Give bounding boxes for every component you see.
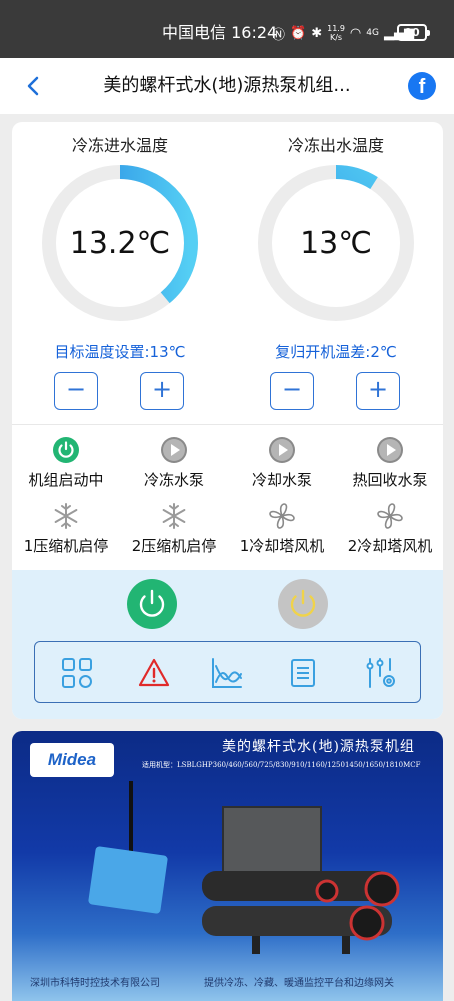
play-icon (269, 437, 295, 463)
gauge-value: 13℃ (300, 226, 372, 261)
equipment-status-grid: 机组启动中 冷冻水泵 冷却水泵 热回收水泵 1压缩机启停 2压缩机启停 1冷却塔… (12, 432, 443, 564)
decrease-button[interactable]: − (54, 372, 98, 410)
snowflake-icon (162, 503, 186, 529)
status-bar: 中国电信 16:24 Ⓝ ⏰ ✱ 11.9 K/s ◠ 4G ▂▄▆ 90 (0, 0, 454, 58)
status-compressor-2[interactable]: 2压缩机启停 (120, 502, 228, 558)
nfc-icon: Ⓝ (272, 27, 286, 43)
wifi-icon: ◠ (349, 25, 362, 41)
power-off-button[interactable] (278, 579, 328, 629)
facebook-icon[interactable]: f (408, 72, 436, 100)
chart-icon[interactable] (210, 656, 244, 690)
gauge-value: 13.2℃ (69, 226, 171, 261)
status-cooling-pump[interactable]: 冷却水泵 (228, 436, 336, 492)
gauge-title: 冷冻出水温度 (287, 136, 384, 155)
gauge-title: 冷冻进水温度 (71, 136, 168, 155)
divider (12, 424, 443, 425)
list-icon[interactable] (286, 656, 320, 690)
chevron-left-icon (27, 76, 39, 96)
function-toolbar (34, 641, 421, 703)
company-slogan: 提供冷冻、冷藏、暖通监控平台和边缘网关 (204, 978, 394, 989)
play-icon (161, 437, 187, 463)
outlet-gauge: 冷冻出水温度 13℃ 复归开机温差:2℃ − + (228, 122, 443, 422)
status-unit-starting[interactable]: 机组启动中 (12, 436, 120, 492)
status-heat-recovery-pump[interactable]: 热回收水泵 (336, 436, 443, 492)
banner-models: 适用机型：LSBLGHP360/460/560/725/830/910/1160… (142, 761, 421, 769)
product-banner[interactable]: Midea 美的螺杆式水(地)源热泵机组 适用机型：LSBLGHP360/460… (12, 731, 443, 1001)
control-panel (12, 570, 443, 719)
banner-headline: 美的螺杆式水(地)源热泵机组 (222, 739, 415, 755)
status-tower-fan-1[interactable]: 1冷却塔风机 (228, 502, 336, 558)
play-icon (377, 437, 403, 463)
gateway-illustration (87, 845, 169, 915)
snowflake-icon (54, 503, 78, 529)
fan-icon (377, 503, 403, 529)
power-on-button[interactable] (127, 579, 177, 629)
status-icons: Ⓝ ⏰ ✱ 11.9 K/s ◠ 4G ▂▄▆ (272, 22, 414, 44)
midea-logo: Midea (30, 743, 114, 777)
power-icon (290, 589, 316, 617)
decrease-button[interactable]: − (270, 372, 314, 410)
inlet-gauge: 冷冻进水温度 13.2℃ 目标温度设置:13℃ − + (12, 122, 228, 422)
network-type: 4G (366, 28, 379, 38)
company-name: 深圳市科特时控技术有限公司 (30, 978, 160, 989)
power-icon (139, 589, 165, 617)
grid-icon[interactable] (60, 656, 94, 690)
bluetooth-icon: ✱ (311, 25, 323, 41)
increase-button[interactable]: + (356, 372, 400, 410)
alarm-clock-icon: ⏰ (290, 25, 307, 41)
power-on-icon (53, 437, 79, 463)
status-chilled-pump[interactable]: 冷冻水泵 (120, 436, 228, 492)
status-compressor-1[interactable]: 1压缩机启停 (12, 502, 120, 558)
antenna-illustration (129, 781, 133, 861)
fan-icon (269, 503, 295, 529)
increase-button[interactable]: + (140, 372, 184, 410)
reset-temp-diff-setting[interactable]: 复归开机温差:2℃ (228, 342, 443, 362)
back-button[interactable] (20, 72, 48, 100)
settings-sliders-icon[interactable] (363, 656, 397, 690)
page-title: 美的螺杆式水(地)源热泵机组... (103, 75, 351, 96)
device-panel: 冷冻进水温度 13.2℃ 目标温度设置:13℃ − + 冷冻出水温度 13℃ 复… (12, 122, 443, 719)
nav-bar: 美的螺杆式水(地)源热泵机组... f (0, 58, 454, 114)
carrier-time: 中国电信 16:24 (162, 23, 278, 42)
target-temp-setting[interactable]: 目标温度设置:13℃ (12, 342, 228, 362)
network-speed: 11.9 K/s (327, 24, 345, 42)
alarm-icon[interactable] (137, 656, 171, 690)
status-tower-fan-2[interactable]: 2冷却塔风机 (336, 502, 443, 558)
chiller-pipes-illustration (202, 871, 400, 954)
battery-icon: 90 (397, 24, 430, 41)
